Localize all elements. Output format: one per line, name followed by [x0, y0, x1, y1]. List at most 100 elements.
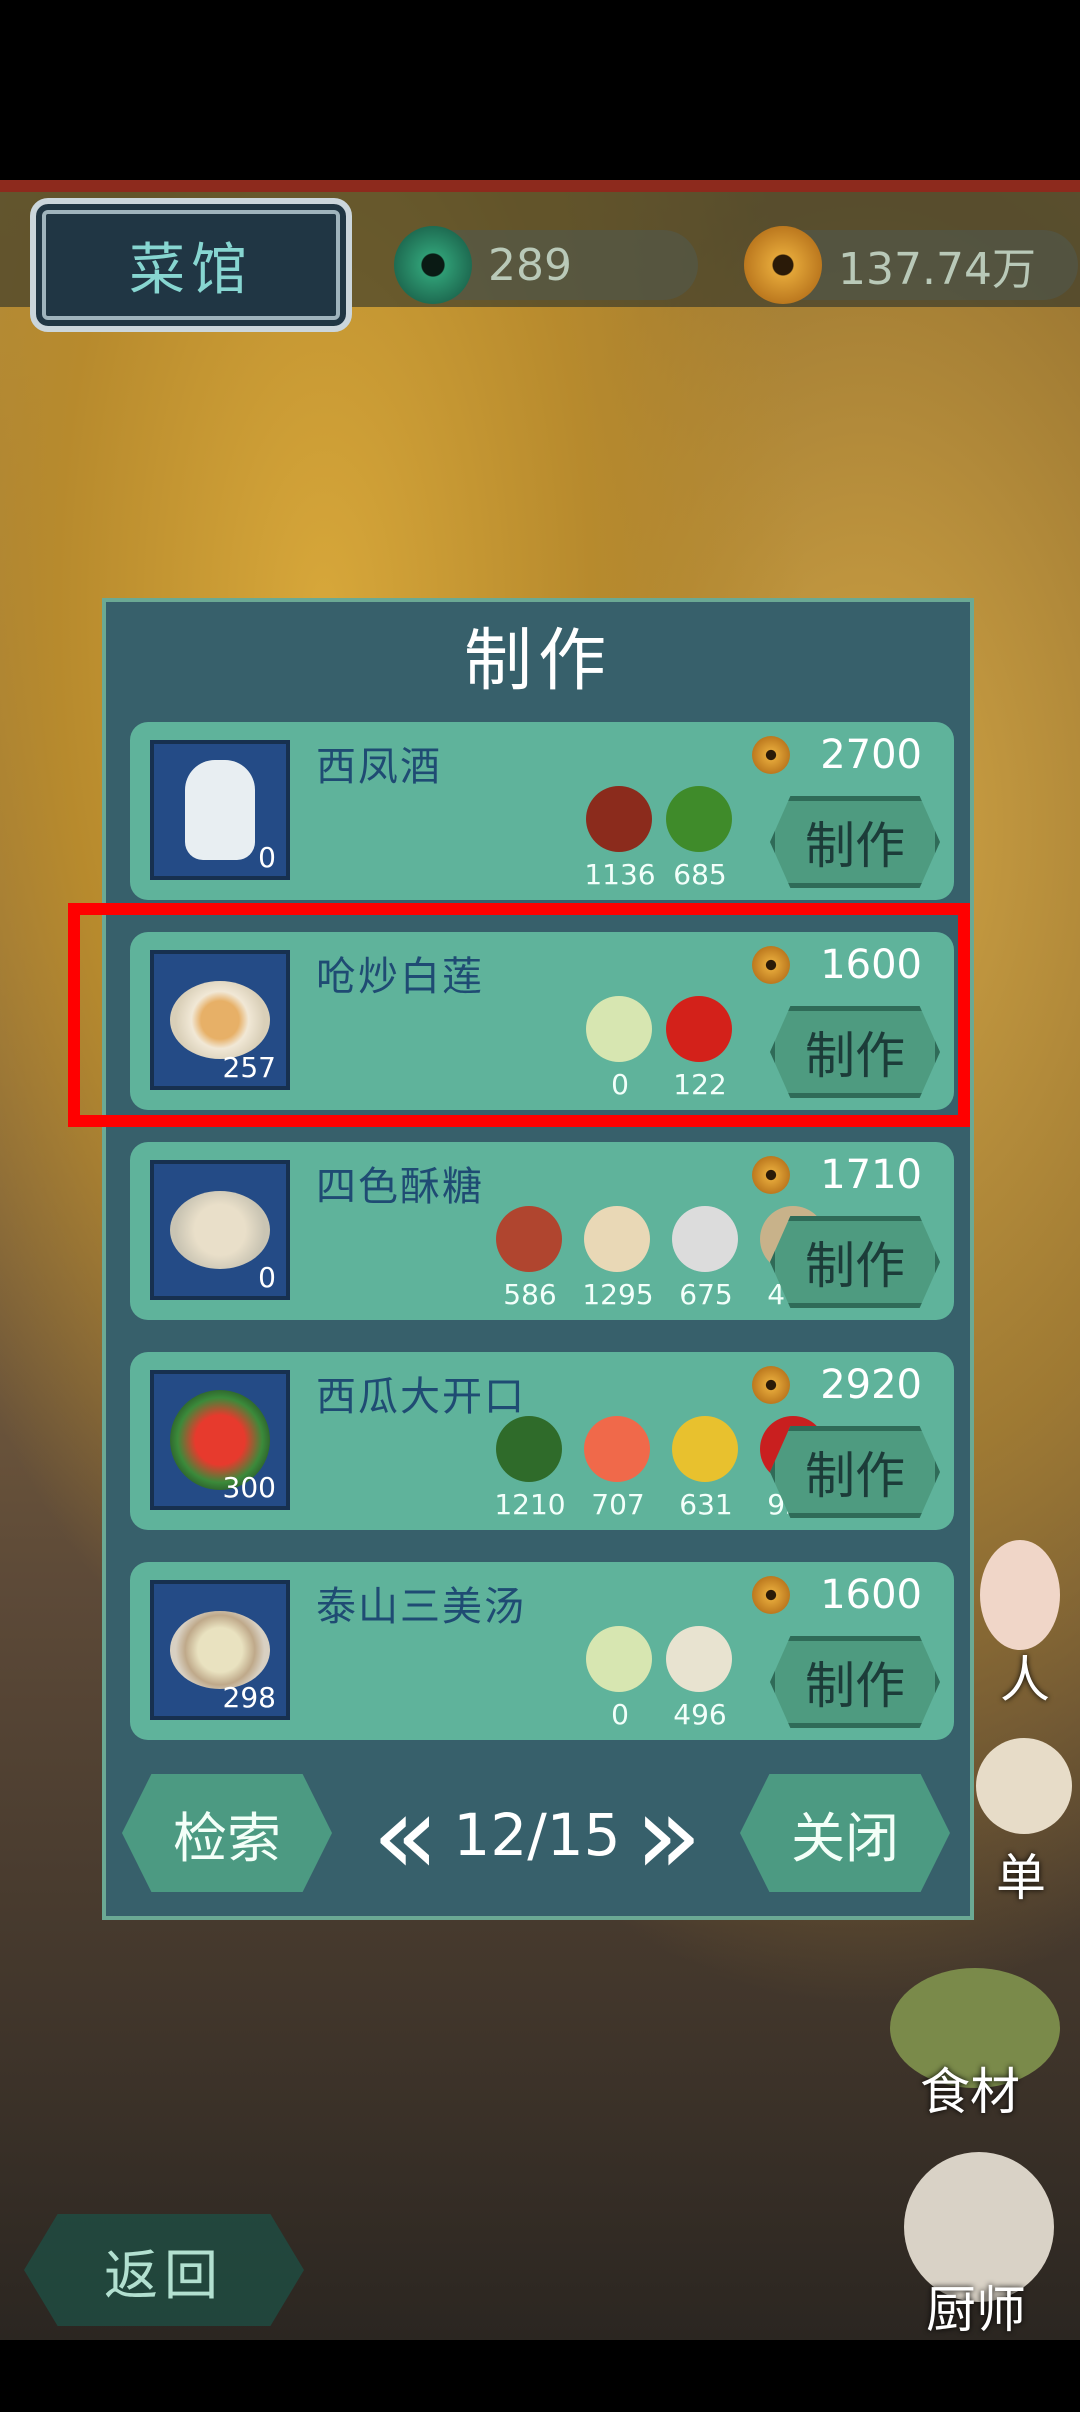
search-button[interactable]: 检索: [122, 1774, 332, 1892]
top-divider: [0, 180, 1080, 192]
peach-icon: [584, 1416, 650, 1482]
owned-count: 300: [222, 1471, 276, 1504]
back-button[interactable]: 返回: [24, 2214, 304, 2326]
menu-label[interactable]: 单: [996, 1838, 1046, 1910]
price-value: 2700: [820, 732, 922, 778]
dish-name: 西凤酒: [316, 744, 442, 790]
watermelon-icon: [496, 1416, 562, 1482]
flour-sack-icon: [584, 1206, 650, 1272]
people-label[interactable]: 人: [1000, 1640, 1050, 1712]
coin-icon: [752, 1366, 791, 1404]
jade-currency: 289: [394, 226, 698, 304]
recipe-row: 300 西瓜大开口 2920 1210 707 631 934: [130, 1352, 954, 1530]
recipe-row: 257 呛炒白莲 1600 0 122 制作: [130, 932, 954, 1110]
location-title: 菜馆: [129, 237, 253, 303]
ingredient: 631: [666, 1412, 746, 1530]
price-value: 1710: [820, 1152, 922, 1198]
ingredient: 1136: [580, 782, 660, 900]
ingredient-count: 0: [611, 1068, 629, 1101]
make-button[interactable]: 制作: [770, 1426, 940, 1518]
ingredient: 0: [580, 992, 660, 1110]
ingredients-label[interactable]: 食材: [920, 2052, 1020, 2124]
ingredient-count: 586: [503, 1278, 557, 1311]
owned-count: 0: [258, 841, 276, 874]
ingredient: 707: [578, 1412, 658, 1530]
close-button[interactable]: 关闭: [740, 1774, 950, 1892]
pear-icon: [672, 1416, 738, 1482]
ingredient-count: 707: [591, 1488, 645, 1521]
dish-thumbnail[interactable]: 298: [150, 1580, 290, 1720]
coin-icon: [752, 946, 791, 984]
owned-count: 0: [258, 1261, 276, 1294]
ingredient-count: 1210: [494, 1488, 566, 1521]
coin-icon: [744, 226, 822, 304]
price: 2700: [752, 732, 922, 778]
owned-count: 257: [222, 1051, 276, 1084]
ingredient: 675: [666, 1202, 746, 1320]
tofu-board-icon: [666, 1626, 732, 1692]
ingredient-count: 496: [673, 1698, 727, 1731]
dish-thumbnail[interactable]: 0: [150, 1160, 290, 1300]
price: 1600: [752, 1572, 922, 1618]
ingredient: 1295: [578, 1202, 658, 1320]
coin-amount: 137.74万: [838, 244, 1036, 295]
dish-thumbnail[interactable]: 300: [150, 1370, 290, 1510]
price: 1600: [752, 942, 922, 988]
people-avatar-icon[interactable]: [980, 1540, 1060, 1650]
make-button[interactable]: 制作: [770, 1216, 940, 1308]
ingredient: 122: [660, 992, 740, 1110]
location-badge: 菜馆: [30, 198, 352, 332]
ingredient-count: 675: [679, 1278, 733, 1311]
ingredient: 496: [660, 1622, 740, 1740]
crafting-panel: 制作 0 西凤酒 2700 1136 685 制作 257 呛炒白莲 1600 …: [102, 598, 974, 1920]
price: 1710: [752, 1152, 922, 1198]
price-value: 1600: [820, 1572, 922, 1618]
make-button[interactable]: 制作: [770, 1006, 940, 1098]
cabbage-icon: [586, 1626, 652, 1692]
dish-plate-icon: [170, 981, 270, 1059]
next-page-arrow-icon[interactable]: »: [635, 1780, 702, 1890]
panel-title: 制作: [463, 622, 612, 701]
page-indicator: 12/15: [453, 1801, 621, 1869]
dish-name: 泰山三美汤: [316, 1584, 526, 1630]
ingredient: 586: [490, 1202, 570, 1320]
price: 2920: [752, 1362, 922, 1408]
coin-icon: [752, 1576, 791, 1614]
coin-icon: [752, 736, 791, 774]
menu-dish-icon[interactable]: [976, 1738, 1072, 1834]
ingredient: 0: [580, 1622, 660, 1740]
prev-page-arrow-icon[interactable]: «: [372, 1780, 439, 1890]
ingredient-count: 122: [673, 1068, 727, 1101]
pea-pod-icon: [666, 786, 732, 852]
dish-name: 呛炒白莲: [316, 954, 484, 1000]
ingredient: 685: [660, 782, 740, 900]
dish-name: 四色酥糖: [316, 1164, 484, 1210]
coin-icon: [752, 1156, 791, 1194]
pagination: « 12/15 »: [372, 1776, 702, 1894]
sorghum-icon: [586, 786, 652, 852]
ingredient-count: 0: [611, 1698, 629, 1731]
recipe-row: 0 西凤酒 2700 1136 685 制作: [130, 722, 954, 900]
ingredient-count: 685: [673, 858, 727, 891]
sugar-bucket-icon: [672, 1206, 738, 1272]
jade-amount: 289: [488, 239, 572, 291]
price-value: 2920: [820, 1362, 922, 1408]
price-value: 1600: [820, 942, 922, 988]
ingredient-count: 1295: [582, 1278, 654, 1311]
make-button[interactable]: 制作: [770, 796, 940, 888]
ingredient-count: 1136: [584, 858, 656, 891]
make-button[interactable]: 制作: [770, 1636, 940, 1728]
dish-thumbnail[interactable]: 257: [150, 950, 290, 1090]
coin-currency: 137.74万: [744, 226, 1078, 304]
recipe-row: 0 四色酥糖 1710 586 1295 675 479 制: [130, 1142, 954, 1320]
chef-label[interactable]: 厨师: [926, 2270, 1026, 2342]
ingredient-count: 631: [679, 1488, 733, 1521]
owned-count: 298: [222, 1681, 276, 1714]
soup-bowl-icon: [170, 1611, 270, 1689]
dish-plate-icon: [170, 1191, 270, 1269]
recipe-row: 298 泰山三美汤 1600 0 496 制作: [130, 1562, 954, 1740]
ingredient: 1210: [490, 1412, 570, 1530]
cabbage-icon: [586, 996, 652, 1062]
dish-thumbnail[interactable]: 0: [150, 740, 290, 880]
wine-jug-icon: [185, 760, 255, 860]
